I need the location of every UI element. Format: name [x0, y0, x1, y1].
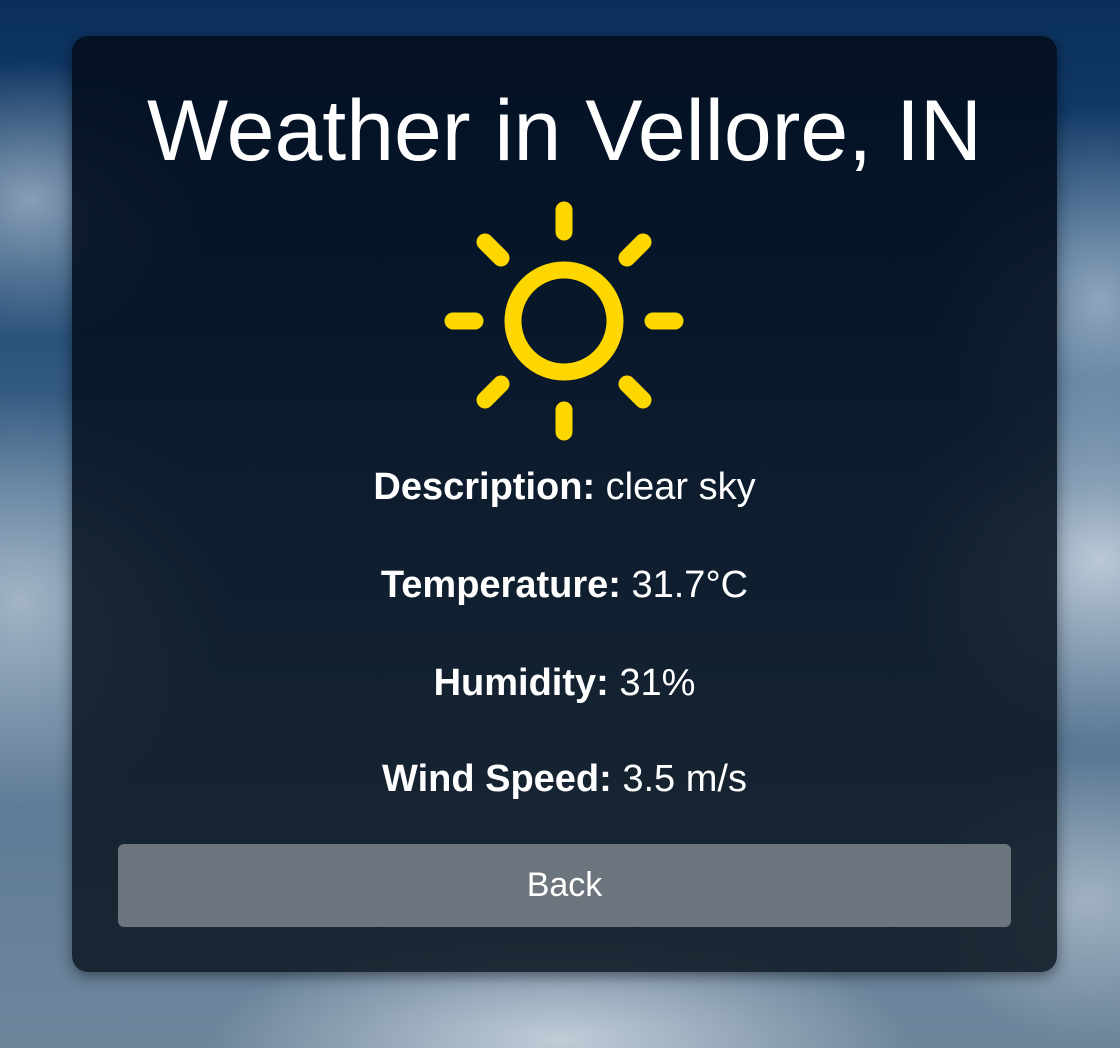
page-title: Weather in Vellore, IN — [147, 83, 982, 179]
temperature-row: Temperature: 31.7°C — [72, 566, 1057, 604]
wind-speed-label: Wind Speed: — [382, 758, 612, 800]
back-button[interactable]: Back — [118, 844, 1011, 927]
temperature-value: 31.7°C — [631, 564, 749, 606]
weather-card: Weather in Vellore, IN Description: clea… — [72, 36, 1057, 972]
sun-icon — [442, 199, 686, 443]
description-value: clear sky — [605, 466, 756, 508]
wind-speed-value: 3.5 m/s — [622, 758, 747, 800]
humidity-value: 31% — [619, 662, 696, 704]
description-label: Description: — [373, 466, 596, 508]
temperature-label: Temperature: — [380, 564, 621, 606]
description-row: Description: clear sky — [72, 468, 1057, 506]
humidity-label: Humidity: — [433, 662, 609, 704]
wind-speed-row: Wind Speed: 3.5 m/s — [72, 760, 1057, 798]
humidity-row: Humidity: 31% — [72, 664, 1057, 702]
